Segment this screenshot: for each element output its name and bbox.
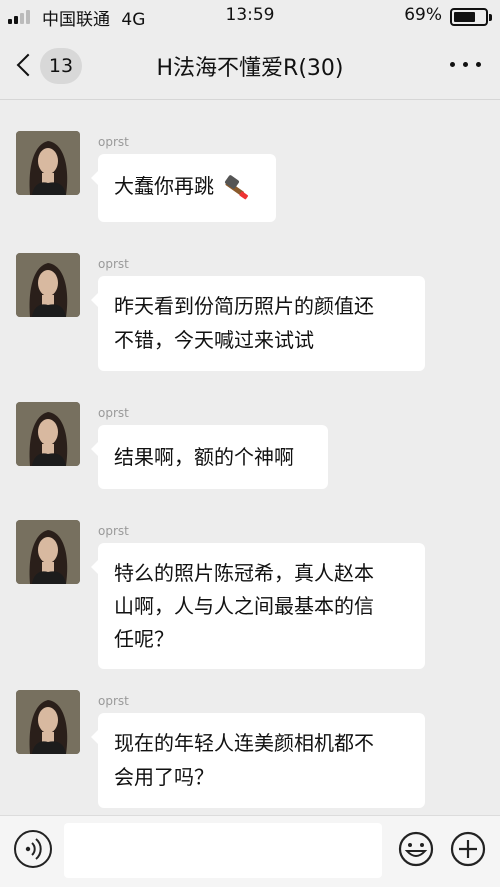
battery-fill (454, 12, 475, 22)
voice-icon (25, 838, 42, 860)
sender-avatar[interactable] (16, 131, 80, 195)
message-bubble[interactable]: 结果啊，额的个神啊 (91, 425, 328, 489)
sender-name: oprst (98, 694, 129, 708)
sender-name: oprst (98, 524, 129, 538)
input-toolbar (0, 815, 500, 887)
message-text: 大蠢你再跳 (114, 174, 214, 198)
message-input[interactable] (64, 823, 382, 878)
sender-name: oprst (98, 257, 129, 271)
message-bubble[interactable]: 现在的年轻人连美颜相机都不 会用了吗？ (91, 713, 425, 808)
message-text-line: 任呢？ (114, 627, 174, 651)
emoji-button[interactable] (397, 830, 435, 868)
message-bubble[interactable]: 特么的照片陈冠希，真人赵本 山啊，人与人之间最基本的信 任呢？ (91, 543, 425, 669)
message-text-line: 特么的照片陈冠希，真人赵本 (114, 561, 374, 585)
status-bar: 中国联通 4G 13:59 69% (0, 0, 500, 32)
more-dots-icon (450, 62, 455, 67)
message-list[interactable]: oprst 大蠢你再跳 oprst 昨天看到份简历照片的颜值还 不错，今天喊过来… (0, 101, 500, 815)
chat-title: H法海不懂爱R(30) (156, 56, 344, 81)
sender-avatar[interactable] (16, 520, 80, 584)
more-functions-button[interactable] (449, 830, 487, 868)
message-text-line: 现在的年轻人连美颜相机都不 (114, 731, 374, 755)
message-text-line: 不错，今天喊过来试试 (114, 328, 314, 352)
message-text-line: 昨天看到份简历照片的颜值还 (114, 294, 374, 318)
sender-name: oprst (98, 406, 129, 420)
emoji-icon (398, 831, 434, 867)
sender-avatar[interactable] (16, 690, 80, 754)
message-bubble[interactable]: 昨天看到份简历照片的颜值还 不错，今天喊过来试试 (91, 276, 425, 371)
message-bubble[interactable]: 大蠢你再跳 (91, 154, 276, 222)
battery-icon (450, 8, 492, 26)
back-button[interactable]: 13 (14, 48, 84, 84)
message-text-line: 会用了吗？ (114, 765, 214, 789)
battery-percentage: 69% (404, 5, 442, 25)
sender-avatar[interactable] (16, 253, 80, 317)
message-text-line: 山啊，人与人之间最基本的信 (114, 594, 374, 618)
plus-icon (450, 831, 486, 867)
sender-name: oprst (98, 135, 129, 149)
voice-button[interactable] (14, 830, 52, 868)
more-button[interactable] (450, 62, 482, 70)
hammer-icon (225, 174, 249, 199)
unread-count-badge: 13 (40, 48, 82, 84)
chat-header: 13 H法海不懂爱R(30) (0, 32, 500, 100)
chevron-left-icon (16, 53, 40, 77)
sender-avatar[interactable] (16, 402, 80, 466)
message-text: 结果啊，额的个神啊 (114, 445, 294, 469)
